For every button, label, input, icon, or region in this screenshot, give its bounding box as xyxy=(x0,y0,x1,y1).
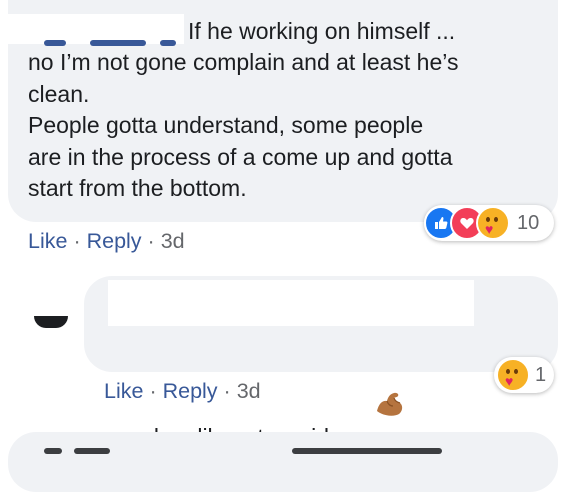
timestamp[interactable]: 3d xyxy=(161,229,185,253)
comment-bubble xyxy=(8,432,558,492)
text-fragment xyxy=(292,448,442,454)
text-fragment xyxy=(44,448,62,454)
avatar[interactable] xyxy=(34,316,68,328)
comment-actions: Like · Reply · 3d xyxy=(104,377,261,405)
author-name-fragment xyxy=(44,40,66,46)
like-link[interactable]: Like xyxy=(28,229,67,253)
reaction-count: 10 xyxy=(517,211,540,234)
separator: · xyxy=(223,379,231,403)
comment-text-first-line: If he working on himself ... xyxy=(188,18,456,44)
reactions-summary[interactable]: ♥ 10 xyxy=(424,205,554,241)
reply-link[interactable]: Reply xyxy=(87,229,142,253)
reply-link[interactable]: Reply xyxy=(163,379,218,403)
separator: · xyxy=(73,229,81,253)
text-fragment xyxy=(74,448,110,454)
care-icon: ♥ xyxy=(476,206,510,240)
separator: · xyxy=(147,229,155,253)
like-link[interactable]: Like xyxy=(104,379,143,403)
comment-text: no I’m not gone complain and at least he… xyxy=(28,49,459,201)
reaction-count: 1 xyxy=(535,363,547,386)
redacted-author-name xyxy=(108,280,474,326)
author-name-fragment xyxy=(160,40,176,46)
care-icon: ♥ xyxy=(496,358,530,392)
separator: · xyxy=(149,379,157,403)
comment-actions: Like · Reply · 3d xyxy=(28,227,185,255)
timestamp[interactable]: 3d xyxy=(237,379,261,403)
author-name-fragment xyxy=(90,40,146,46)
reactions-summary[interactable]: ♥ 1 xyxy=(494,357,554,393)
